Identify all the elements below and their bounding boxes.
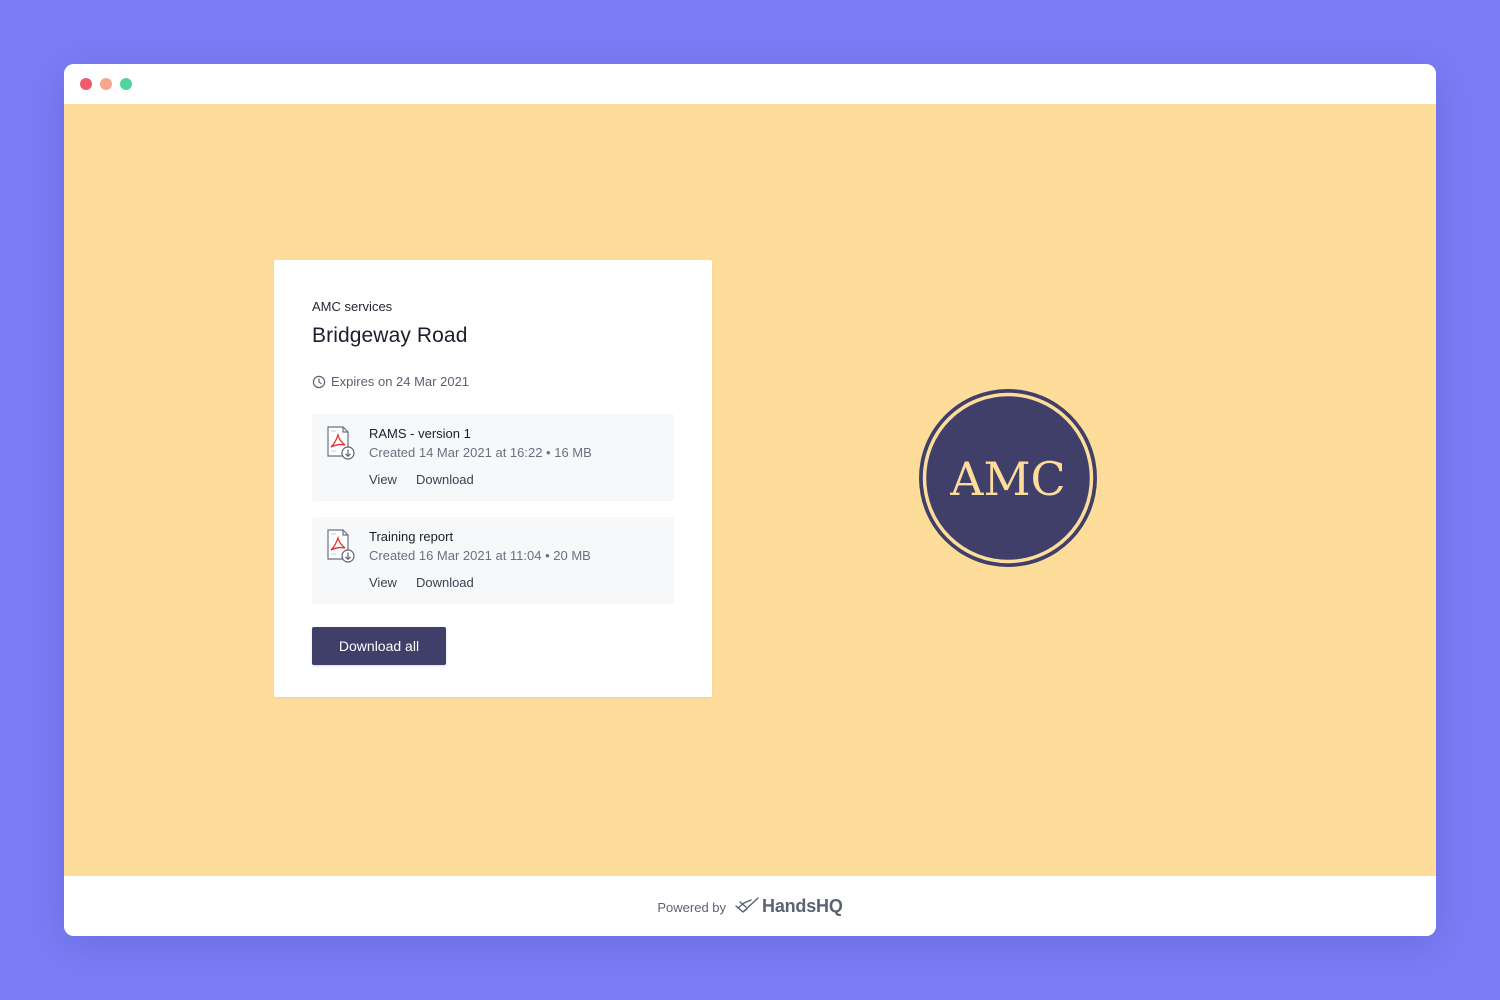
file-actions: View Download — [369, 575, 474, 591]
maximize-window-button[interactable] — [120, 78, 132, 90]
expiry-text: Expires on 24 Mar 2021 — [331, 374, 470, 389]
file-meta: Created 16 Mar 2021 at 11:04 • 20 MB — [369, 548, 591, 563]
browser-window: AMC services Bridgeway Road Expires on 2… — [64, 64, 1436, 936]
pdf-download-icon — [327, 529, 355, 563]
main-content: AMC services Bridgeway Road Expires on 2… — [64, 104, 1436, 876]
file-name: RAMS - version 1 — [369, 426, 471, 441]
company-logo: AMC — [919, 389, 1097, 567]
project-title: Bridgeway Road — [312, 324, 468, 347]
document-card: AMC services Bridgeway Road Expires on 2… — [274, 260, 712, 697]
title-bar — [64, 64, 1436, 104]
file-actions: View Download — [369, 472, 474, 488]
logo-text: AMC — [949, 452, 1066, 506]
file-meta: Created 14 Mar 2021 at 16:22 • 16 MB — [369, 445, 592, 460]
minimize-window-button[interactable] — [100, 78, 112, 90]
handshq-brand-link[interactable]: HandsHQ — [734, 896, 843, 917]
view-link[interactable]: View — [369, 472, 397, 488]
clock-icon — [312, 375, 326, 389]
close-window-button[interactable] — [80, 78, 92, 90]
view-link[interactable]: View — [369, 575, 397, 591]
file-name: Training report — [369, 529, 454, 544]
download-link[interactable]: Download — [416, 472, 474, 488]
expiry-info: Expires on 24 Mar 2021 — [312, 374, 674, 390]
brand-name: HandsHQ — [762, 895, 843, 916]
handshq-logo-icon — [735, 897, 759, 913]
file-item: RAMS - version 1 Created 14 Mar 2021 at … — [312, 414, 674, 501]
download-link[interactable]: Download — [416, 575, 474, 591]
company-name: AMC services — [312, 299, 393, 314]
powered-by-label: Powered by — [657, 900, 727, 915]
footer: Powered by HandsHQ — [64, 876, 1436, 936]
pdf-download-icon — [327, 426, 355, 460]
file-item: Training report Created 16 Mar 2021 at 1… — [312, 517, 674, 604]
download-all-button[interactable]: Download all — [312, 627, 446, 665]
